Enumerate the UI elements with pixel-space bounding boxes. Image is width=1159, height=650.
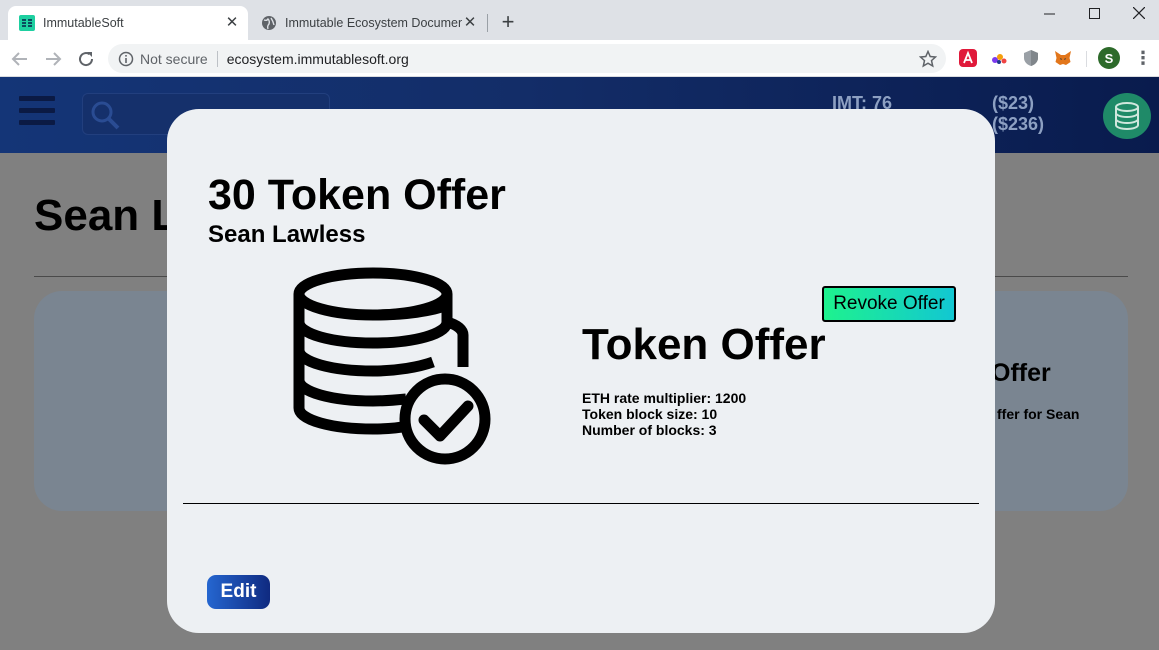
token-offer-modal: 30 Token Offer Sean Lawless Revoke Offer… [167, 109, 995, 633]
new-tab-button[interactable]: + [497, 11, 519, 33]
modal-subtitle: Sean Lawless [208, 221, 366, 248]
tab-divider [487, 14, 488, 32]
minimize-icon [1043, 13, 1055, 14]
offer-details: ETH rate multiplier: 1200 Token block si… [582, 390, 746, 438]
maximize-button[interactable] [1071, 0, 1117, 26]
back-button[interactable] [8, 47, 32, 71]
browser-tab-strip: ImmutableSoft ✕ Immutable Ecosystem Docu… [0, 0, 1159, 40]
tab-ecosystem-docs[interactable]: Immutable Ecosystem Documentation ✕ [250, 6, 486, 40]
url-text[interactable]: ecosystem.immutablesoft.org [227, 51, 919, 67]
reload-button[interactable] [74, 47, 98, 71]
extension-metamask-button[interactable] [1054, 49, 1072, 67]
address-bar[interactable]: Not secure ecosystem.immutablesoft.org [108, 44, 946, 73]
minimize-button[interactable] [1026, 0, 1072, 26]
offer-heading: Token Offer [582, 320, 826, 369]
toolbar-divider [1086, 51, 1087, 67]
modal-divider [183, 503, 979, 504]
offer-card-title: Offer [991, 359, 1051, 387]
omnibox-divider [216, 50, 218, 67]
arrow-right-icon [46, 52, 62, 66]
forward-button[interactable] [41, 47, 65, 71]
tab-title: Immutable Ecosystem Documentation [285, 16, 462, 30]
search-icon [91, 101, 120, 130]
red-a-extension-icon [959, 49, 977, 67]
bookmark-star-icon[interactable] [919, 49, 937, 68]
metamask-fox-icon [1055, 51, 1071, 65]
edit-button[interactable]: Edit [207, 575, 270, 609]
eth-rate-multiplier: ETH rate multiplier: 1200 [582, 390, 747, 406]
revoke-offer-button[interactable]: Revoke Offer [822, 286, 956, 322]
security-label: Not secure [140, 50, 208, 67]
shield-icon [1024, 50, 1038, 66]
token-block-size: Token block size: 10 [582, 406, 718, 422]
maximize-icon [1088, 7, 1100, 19]
window-close-button[interactable] [1116, 0, 1159, 26]
tab-title: ImmutableSoft [43, 16, 124, 30]
tab-close-icon[interactable]: ✕ [462, 15, 478, 31]
arrow-left-icon [11, 52, 27, 66]
browser-menu-icon[interactable]: ⋮ [1134, 49, 1152, 67]
colorful-dots-extension-icon [992, 54, 1007, 64]
usd-balance-primary: ($23) [992, 93, 1035, 113]
globe-icon [262, 16, 276, 30]
page-title: Sean L [34, 191, 179, 240]
number-of-blocks: Number of blocks: 3 [582, 422, 717, 438]
tab-immutablesoft[interactable]: ImmutableSoft ✕ [8, 6, 248, 40]
profile-avatar[interactable]: S [1098, 47, 1120, 69]
offer-card-text: ffer for Sean [997, 406, 1080, 422]
close-icon [1133, 7, 1145, 19]
hamburger-menu-icon[interactable] [19, 96, 55, 128]
reload-icon [79, 52, 94, 67]
extension-colorful-button[interactable] [990, 49, 1008, 67]
info-icon[interactable] [118, 51, 134, 67]
coins-check-icon [293, 267, 491, 465]
tab-close-icon[interactable]: ✕ [224, 15, 240, 31]
wallet-button[interactable] [1103, 93, 1151, 139]
browser-toolbar: Not secure ecosystem.immutablesoft.org S… [0, 40, 1159, 77]
immutablesoft-favicon-icon [19, 15, 35, 31]
extension-shield-button[interactable] [1022, 49, 1040, 67]
modal-title: 30 Token Offer [208, 171, 506, 219]
usd-balance-secondary: ($236) [992, 114, 1045, 134]
extension-arweave-button[interactable] [959, 49, 977, 67]
coins-stack-icon [1115, 102, 1139, 131]
